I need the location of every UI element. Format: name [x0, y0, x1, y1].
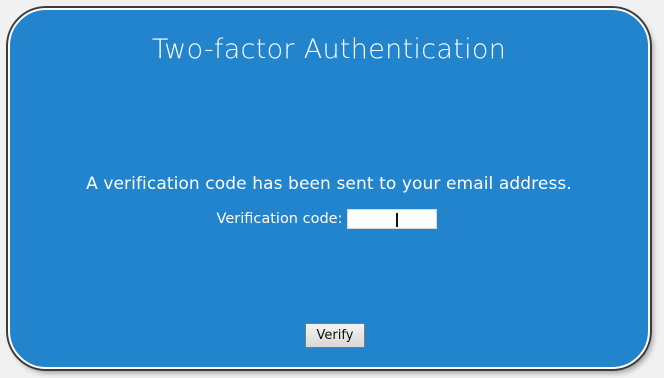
- verify-button[interactable]: Verify: [305, 323, 365, 348]
- verification-code-input[interactable]: [347, 209, 438, 229]
- dialog-title: Two-factor Authentication: [151, 34, 507, 65]
- two-factor-dialog: Two-factor Authentication A verification…: [8, 8, 650, 369]
- text-caret: [396, 213, 399, 227]
- verification-code-label: Verification code:: [216, 211, 343, 227]
- verification-message: A verification code has been sent to you…: [86, 174, 572, 194]
- page: Two-factor Authentication A verification…: [0, 0, 664, 378]
- verification-code-row: Verification code:: [8, 209, 646, 229]
